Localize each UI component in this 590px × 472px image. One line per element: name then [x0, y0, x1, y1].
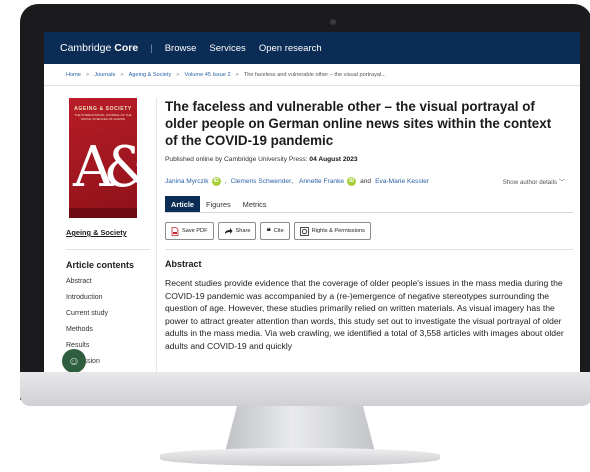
cover-title: AGEING & SOCIETY	[74, 106, 132, 112]
cover-footer	[69, 208, 137, 218]
show-author-details-button[interactable]: Show author details ﹀	[503, 177, 565, 186]
share-icon	[224, 228, 232, 234]
breadcrumb-separator: >	[85, 71, 90, 78]
breadcrumb-separator: >	[176, 71, 180, 78]
top-nav: Cambridge Core | Browse Services Open re…	[44, 32, 580, 64]
tab-metrics[interactable]: Metrics	[237, 196, 273, 212]
rights-icon	[299, 226, 309, 236]
breadcrumb-separator: >	[120, 71, 124, 78]
pdf-icon	[171, 226, 179, 236]
author-separator: ,	[291, 178, 295, 185]
contents-item-introduction[interactable]: Introduction	[66, 294, 158, 310]
cambridge-core-logo[interactable]: Cambridge Core	[60, 42, 138, 54]
save-pdf-button[interactable]: Save PDF	[165, 222, 214, 240]
orcid-icon[interactable]: iD	[347, 177, 357, 186]
nav-separator: |	[150, 42, 153, 54]
cover-subtitle: THE INTERNATIONAL JOURNAL OF THE SOCIAL …	[74, 113, 132, 121]
breadcrumb-journals[interactable]: Journals	[94, 72, 115, 78]
contents-item-methods[interactable]: Methods	[66, 326, 158, 342]
article-title: The faceless and vulnerable other – the …	[165, 99, 552, 148]
breadcrumb: Home > Journals > Ageing & Society > Volume…	[44, 64, 580, 86]
journal-cover[interactable]: AGEING & SOCIETY THE INTERNATIONAL JOURN…	[69, 98, 137, 218]
tab-article[interactable]: Article	[165, 196, 201, 212]
abstract-heading: Abstract	[165, 259, 202, 269]
breadcrumb-journal[interactable]: Ageing & Society	[129, 72, 172, 78]
authors-row: Janina Myrczik iD, Clemens Schwender, Ann…	[165, 177, 575, 186]
nav-services[interactable]: Services	[209, 43, 245, 54]
column-divider	[156, 98, 157, 372]
contents-item-abstract[interactable]: Abstract	[66, 278, 158, 294]
nav-open-research[interactable]: Open research	[259, 43, 322, 54]
cover-mark: A&S	[73, 135, 137, 200]
tab-figures[interactable]: Figures	[200, 196, 237, 212]
share-button[interactable]: Share	[217, 222, 257, 240]
published-date: 04 August 2023	[309, 156, 358, 163]
divider	[165, 249, 573, 250]
monitor-stand	[225, 406, 375, 452]
monitor-base	[160, 448, 440, 466]
published-label: Published online by Cambridge University…	[165, 156, 308, 163]
divider	[66, 249, 150, 250]
browser-screen: Cambridge Core | Browse Services Open re…	[44, 32, 580, 372]
cite-button[interactable]: ❝ Cite	[260, 222, 290, 240]
article-main: The faceless and vulnerable other – the …	[165, 98, 575, 353]
author-link[interactable]: Annette Franke	[299, 178, 344, 185]
left-sidebar: AGEING & SOCIETY THE INTERNATIONAL JOURN…	[66, 98, 158, 372]
camera-dot	[330, 19, 336, 25]
quote-icon: ❝	[266, 226, 271, 236]
author-separator: ,	[224, 178, 227, 185]
author-and: and	[360, 178, 372, 185]
article-contents-heading: Article contents	[66, 260, 135, 270]
article-tabs: Article Figures Metrics	[165, 196, 573, 213]
monitor-chin	[20, 372, 590, 406]
article-actions: Save PDF Share ❝ Cite Rights & Permissio…	[165, 222, 575, 240]
abstract-text: Recent studies provide evidence that the…	[165, 278, 564, 351]
chat-help-icon[interactable]: ☺	[62, 349, 86, 372]
author-link[interactable]: Eva-Marie Kessler	[375, 178, 429, 185]
contents-item-current-study[interactable]: Current study	[66, 310, 158, 326]
author-link[interactable]: Janina Myrczik	[165, 178, 209, 185]
scene: Cambridge Core | Browse Services Open re…	[0, 0, 590, 472]
breadcrumb-current: The faceless and vulnerable other – the …	[243, 71, 386, 78]
orcid-icon[interactable]: iD	[211, 177, 221, 186]
breadcrumb-volume[interactable]: Volume 45 Issue 2	[185, 72, 231, 78]
breadcrumb-home[interactable]: Home	[66, 72, 81, 78]
nav-browse[interactable]: Browse	[165, 43, 197, 54]
published-line: Published online by Cambridge University…	[165, 156, 575, 163]
journal-link[interactable]: Ageing & Society	[66, 228, 158, 237]
breadcrumb-separator: >	[235, 71, 239, 78]
rights-permissions-button[interactable]: Rights & Permissions	[293, 222, 371, 240]
author-link[interactable]: Clemens Schwender	[230, 178, 291, 185]
